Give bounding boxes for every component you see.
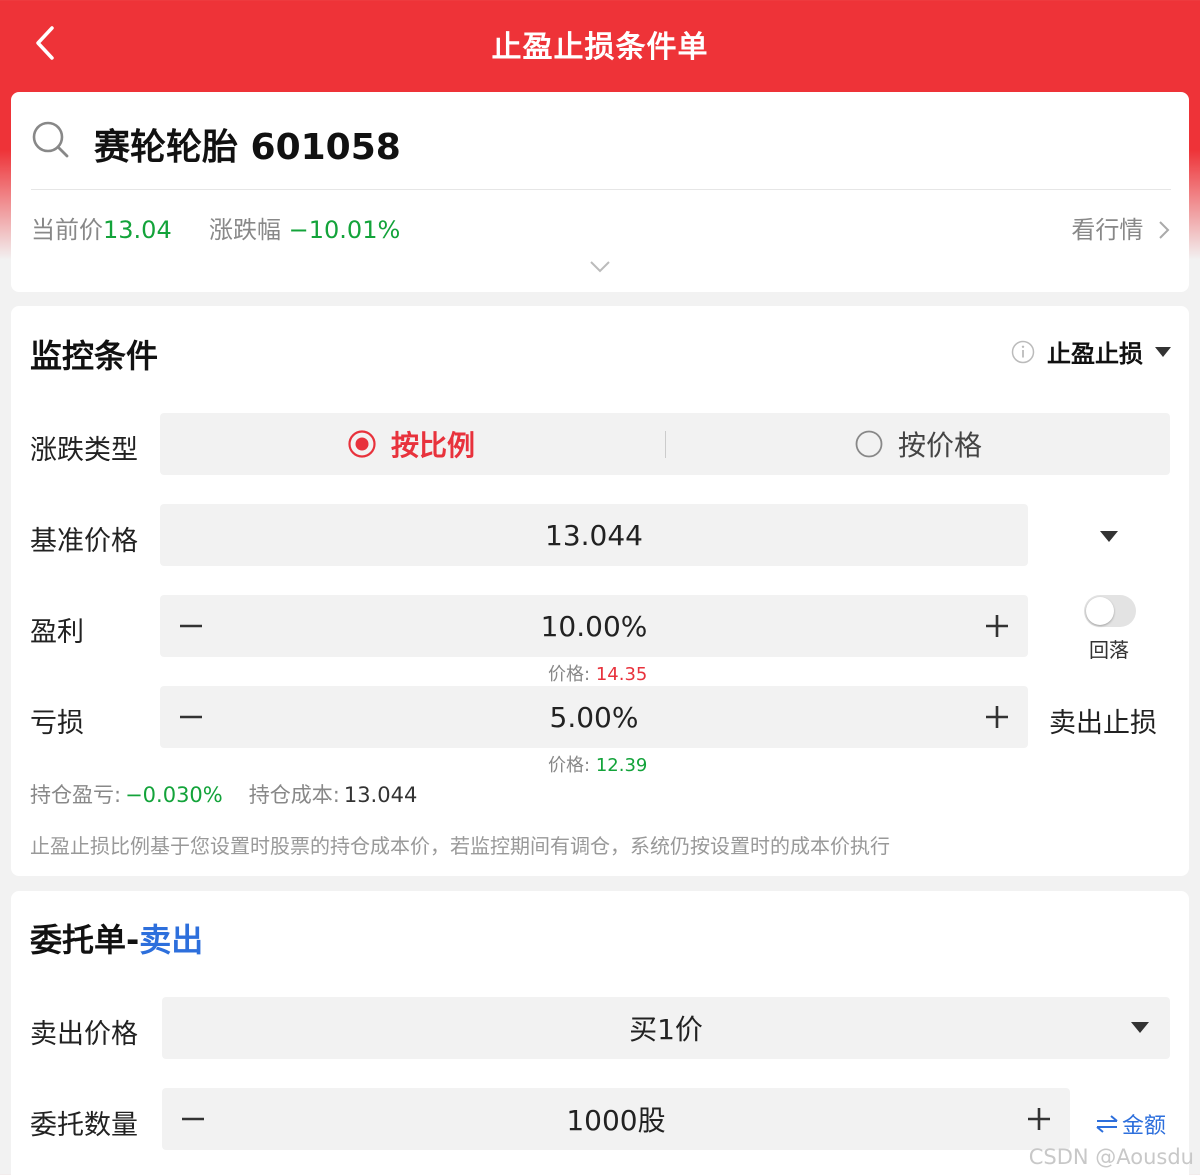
disclaimer-note: 止盈止损比例基于您设置时股票的持仓成本价，若监控期间有调仓，系统仍按设置时的成本… — [30, 834, 890, 858]
chevron-right-icon — [1159, 221, 1170, 239]
strategy-label: 止盈止损 — [1047, 340, 1143, 368]
plus-icon — [986, 706, 1008, 728]
loss-increase-button[interactable] — [966, 686, 1028, 748]
swap-icon — [1096, 1115, 1118, 1133]
position-cost-label: 持仓成本: — [248, 783, 340, 807]
current-price-value: 13.04 — [103, 216, 172, 244]
profit-increase-button[interactable] — [966, 595, 1028, 657]
order-title-prefix: 委托单- — [30, 921, 140, 959]
stock-card: 赛轮轮胎 601058 当前价13.04 涨跌幅 −10.01% 看行情 — [11, 92, 1189, 292]
position-cost-value: 13.044 — [343, 783, 418, 807]
base-price-label: 基准价格 — [30, 526, 138, 557]
sell-price-select[interactable]: 买1价 — [162, 997, 1170, 1059]
qty-label: 委托数量 — [30, 1110, 138, 1141]
pullback-toggle[interactable] — [1084, 595, 1136, 627]
type-option-price-label: 按价格 — [898, 429, 983, 462]
order-card: 委托单-卖出 卖出价格 买1价 委托数量 1000股 金额 — [11, 891, 1189, 1175]
price-row: 当前价13.04 涨跌幅 −10.01% 看行情 — [31, 210, 1171, 250]
radio-unselected-icon — [855, 430, 883, 458]
page-title: 止盈止损条件单 — [491, 30, 709, 65]
sell-stop-loss-option[interactable]: 卖出止损 — [1049, 701, 1157, 740]
sell-price-label: 卖出价格 — [30, 1019, 138, 1050]
loss-price-value: 12.39 — [595, 755, 648, 776]
pullback-label: 回落 — [1089, 638, 1129, 662]
amount-switch[interactable]: 金额 — [1096, 1108, 1166, 1140]
loss-price: 价格: 12.39 — [548, 751, 647, 777]
toggle-knob — [1086, 597, 1114, 625]
qty-decrease-button[interactable] — [162, 1088, 224, 1150]
profit-label: 盈利 — [30, 617, 84, 648]
view-market-link[interactable]: 看行情 — [1071, 210, 1171, 245]
change-value: −10.01% — [288, 216, 401, 244]
chevron-down-icon[interactable] — [589, 260, 611, 274]
strategy-selector[interactable]: 止盈止损 — [1011, 334, 1171, 369]
type-option-ratio-label: 按比例 — [391, 429, 476, 462]
caret-down-icon — [1131, 1022, 1149, 1033]
loss-decrease-button[interactable] — [160, 686, 222, 748]
base-price-input[interactable]: 13.044 — [160, 504, 1028, 566]
qty-input[interactable]: 1000股 — [224, 1088, 1008, 1150]
type-option-ratio[interactable]: 按比例 — [348, 413, 475, 475]
profit-price-label: 价格: — [548, 664, 591, 685]
type-label: 涨跌类型 — [30, 435, 138, 466]
watermark: CSDN @Aousdu — [1028, 1145, 1194, 1169]
segment-divider — [665, 431, 666, 458]
info-icon[interactable] — [1011, 340, 1035, 364]
radio-selected-icon — [348, 430, 376, 458]
search-icon — [32, 121, 69, 158]
position-pnl-value: −0.030% — [125, 783, 223, 807]
monitor-title: 监控条件 — [30, 337, 159, 375]
loss-label: 亏损 — [30, 708, 84, 739]
profit-decrease-button[interactable] — [160, 595, 222, 657]
minus-icon — [180, 624, 202, 628]
current-price: 当前价13.04 — [31, 210, 172, 245]
sell-price-value: 买1价 — [629, 1013, 703, 1046]
position-info: 持仓盈亏: −0.030% 持仓成本: 13.044 — [30, 779, 421, 809]
change-percent: 涨跌幅 −10.01% — [209, 210, 400, 245]
minus-icon — [180, 715, 202, 719]
type-segmented-control: 按比例 按价格 — [160, 413, 1170, 475]
plus-icon — [986, 615, 1008, 637]
profit-input[interactable]: 10.00% — [222, 595, 966, 657]
position-pnl-label: 持仓盈亏: — [30, 783, 122, 807]
stock-search-field[interactable]: 赛轮轮胎 601058 — [31, 116, 1171, 190]
loss-price-label: 价格: — [548, 755, 591, 776]
loss-stepper: 5.00% — [160, 686, 1028, 748]
qty-stepper: 1000股 — [162, 1088, 1070, 1150]
qty-increase-button[interactable] — [1008, 1088, 1070, 1150]
order-title-action: 卖出 — [139, 921, 204, 959]
profit-price-value: 14.35 — [595, 664, 648, 685]
header-bar: 止盈止损条件单 — [0, 0, 1200, 88]
loss-input[interactable]: 5.00% — [222, 686, 966, 748]
minus-icon — [182, 1117, 204, 1121]
stock-name: 赛轮轮胎 601058 — [94, 127, 401, 168]
plus-icon — [1028, 1108, 1050, 1130]
order-title: 委托单-卖出 — [30, 915, 203, 961]
profit-price: 价格: 14.35 — [548, 660, 647, 686]
monitor-card: 监控条件 止盈止损 涨跌类型 按比例 按价格 基准价格 13.044 盈利 10… — [11, 306, 1189, 876]
current-price-label: 当前价 — [31, 216, 103, 244]
view-market-label: 看行情 — [1071, 216, 1144, 244]
amount-switch-label: 金额 — [1122, 1114, 1167, 1139]
base-price-dropdown-icon[interactable] — [1100, 531, 1118, 543]
type-option-price[interactable]: 按价格 — [855, 413, 982, 475]
change-label: 涨跌幅 — [209, 216, 281, 244]
profit-stepper: 10.00% — [160, 595, 1028, 657]
caret-down-icon — [1155, 346, 1171, 357]
